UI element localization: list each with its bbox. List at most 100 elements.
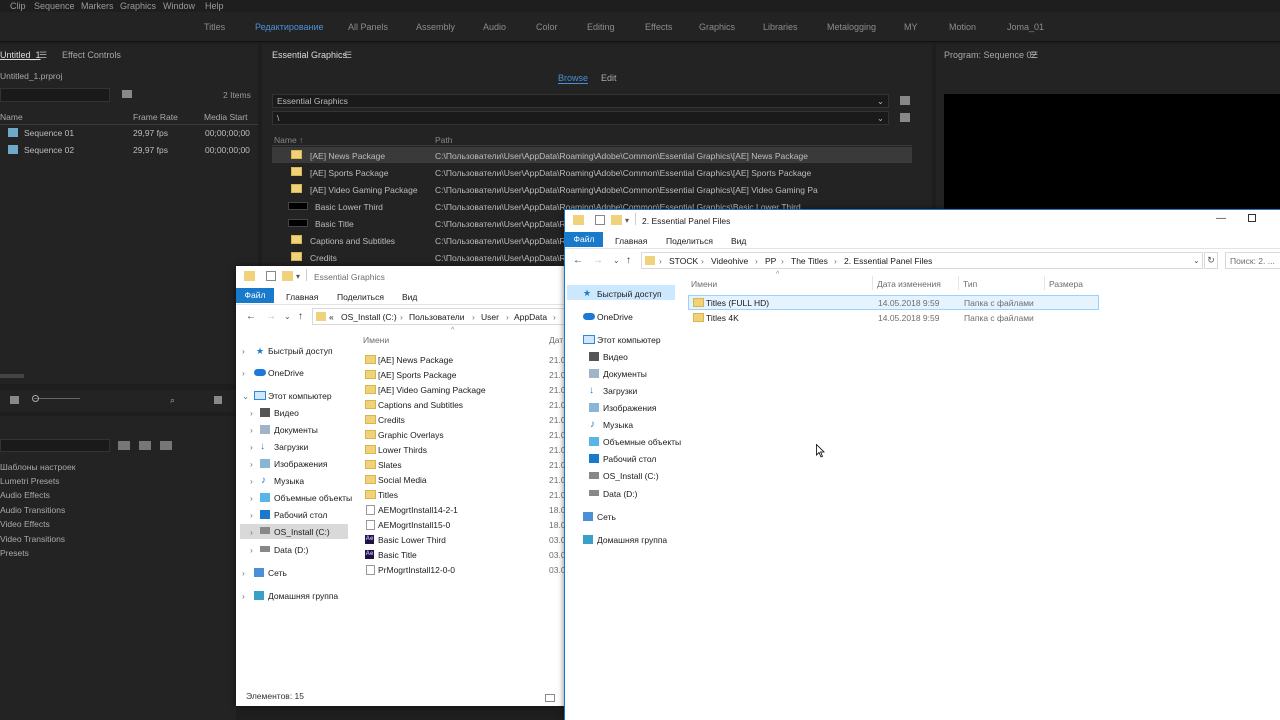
- accelerated-icon[interactable]: [118, 441, 130, 450]
- program-title[interactable]: Program: Sequence 02: [944, 50, 1037, 60]
- nav-desktop[interactable]: Рабочий стол: [603, 454, 656, 464]
- list-view-icon[interactable]: [10, 396, 19, 404]
- col-type[interactable]: Тип: [963, 279, 977, 289]
- ribbon-home-tab[interactable]: Главная: [615, 236, 647, 246]
- 32bit-icon[interactable]: [139, 441, 151, 450]
- ribbon-view-tab[interactable]: Вид: [402, 292, 417, 302]
- menu-window[interactable]: Window: [163, 1, 195, 11]
- eg-source-dropdown[interactable]: Essential Graphics ⌄: [272, 94, 889, 108]
- ws-assembly[interactable]: Assembly: [416, 22, 455, 32]
- file-item[interactable]: Slates: [378, 460, 402, 470]
- nav-homegroup[interactable]: Домашняя группа: [268, 591, 338, 601]
- ribbon-share-tab[interactable]: Поделиться: [666, 236, 713, 246]
- properties-icon[interactable]: [266, 271, 276, 281]
- nav-this-pc[interactable]: Этот компьютер: [597, 335, 661, 345]
- nav-videos[interactable]: Видео: [603, 352, 628, 362]
- file-item[interactable]: Captions and Subtitles: [378, 400, 463, 410]
- nav-network[interactable]: Сеть: [268, 568, 287, 578]
- eg-edit-tab[interactable]: Edit: [601, 73, 617, 83]
- nav-homegroup[interactable]: Домашняя группа: [597, 535, 667, 545]
- ws-editing-ru[interactable]: Редактирование: [255, 22, 324, 32]
- new-bin-icon[interactable]: [122, 90, 132, 98]
- file-item[interactable]: PrMogrtInstall12-0-0: [378, 565, 455, 575]
- expand-chevron-icon[interactable]: ›: [250, 442, 253, 452]
- crumb[interactable]: The Titles: [791, 256, 828, 266]
- nav-pictures[interactable]: Изображения: [274, 459, 327, 469]
- recent-chevron-icon[interactable]: ⌄: [613, 256, 620, 265]
- yuv-icon[interactable]: [160, 441, 172, 450]
- nav-network[interactable]: Сеть: [597, 512, 616, 522]
- expand-chevron-icon[interactable]: ›: [242, 368, 245, 378]
- effect-controls-tab[interactable]: Effect Controls: [62, 50, 121, 60]
- crumb-current[interactable]: 2. Essential Panel Files: [844, 256, 932, 266]
- ws-audio[interactable]: Audio: [483, 22, 506, 32]
- manage-folders-icon[interactable]: [900, 96, 910, 105]
- eg-title[interactable]: Essential Graphics: [272, 50, 347, 60]
- nav-desktop[interactable]: Рабочий стол: [274, 510, 327, 520]
- minimize-icon[interactable]: —: [1216, 213, 1226, 224]
- expand-chevron-icon[interactable]: ›: [242, 591, 245, 601]
- col-name[interactable]: Name: [0, 112, 23, 122]
- expand-chevron-icon[interactable]: ›: [250, 545, 253, 555]
- ws-effects[interactable]: Effects: [645, 22, 672, 32]
- nav-this-pc[interactable]: Этот компьютер: [268, 391, 332, 401]
- eg-row-name[interactable]: [AE] Sports Package: [310, 168, 388, 178]
- effects-folder[interactable]: Presets: [0, 548, 29, 558]
- nav-drive-c[interactable]: OS_Install (C:): [603, 471, 659, 481]
- nav-drive-d[interactable]: Data (D:): [603, 489, 637, 499]
- file-item[interactable]: Titles 4K: [706, 313, 739, 323]
- menu-clip[interactable]: Clip: [10, 1, 26, 11]
- effects-folder[interactable]: Video Transitions: [0, 534, 65, 544]
- file-item[interactable]: Social Media: [378, 475, 427, 485]
- quick-access-chevron-icon[interactable]: ▾: [296, 272, 300, 281]
- nav-onedrive[interactable]: OneDrive: [597, 312, 633, 322]
- file-item[interactable]: Credits: [378, 415, 405, 425]
- expand-chevron-icon[interactable]: ›: [250, 425, 253, 435]
- col-size[interactable]: Размера: [1049, 279, 1083, 289]
- eg-col-name[interactable]: Name ↑: [274, 135, 303, 145]
- effects-folder[interactable]: Video Effects: [0, 519, 50, 529]
- new-item-icon[interactable]: [214, 396, 222, 404]
- effects-folder[interactable]: Lumetri Presets: [0, 476, 60, 486]
- ws-editing[interactable]: Editing: [587, 22, 615, 32]
- nav-3d-objects[interactable]: Объемные объекты: [603, 437, 681, 447]
- crumb[interactable]: Пользователи: [409, 312, 464, 322]
- file-item[interactable]: Basic Lower Third: [378, 535, 446, 545]
- zoom-handle[interactable]: [32, 395, 39, 402]
- sequence-row-2-name[interactable]: Sequence 02: [24, 145, 74, 155]
- crumb[interactable]: PP: [765, 256, 776, 266]
- ws-motion[interactable]: Motion: [949, 22, 976, 32]
- file-item[interactable]: Graphic Overlays: [378, 430, 444, 440]
- quick-access-chevron-icon[interactable]: ▾: [625, 216, 629, 225]
- project-tab[interactable]: Untitled_1: [0, 50, 41, 60]
- scrollbar[interactable]: [0, 374, 24, 378]
- new-folder-icon[interactable]: [611, 215, 622, 225]
- nav-documents[interactable]: Документы: [274, 425, 318, 435]
- ws-all-panels[interactable]: All Panels: [348, 22, 388, 32]
- maximize-icon[interactable]: [1248, 214, 1256, 222]
- nav-onedrive[interactable]: OneDrive: [268, 368, 304, 378]
- back-arrow-icon[interactable]: ←: [573, 255, 583, 266]
- file-item[interactable]: AEMogrtInstall15-0: [378, 520, 450, 530]
- zoom-slider[interactable]: [34, 398, 80, 399]
- recent-chevron-icon[interactable]: ⌄: [284, 312, 291, 321]
- ws-titles[interactable]: Titles: [204, 22, 225, 32]
- menu-markers[interactable]: Markers: [81, 1, 114, 11]
- file-item[interactable]: AEMogrtInstall14-2-1: [378, 505, 458, 515]
- project-search-input[interactable]: [0, 88, 110, 102]
- menu-help[interactable]: Help: [205, 1, 224, 11]
- collapse-chevron-icon[interactable]: ⌄: [242, 391, 249, 402]
- ws-graphics[interactable]: Graphics: [699, 22, 735, 32]
- effects-folder[interactable]: Audio Transitions: [0, 505, 65, 515]
- eg-row-name[interactable]: Captions and Subtitles: [310, 236, 395, 246]
- file-item[interactable]: [AE] Video Gaming Package: [378, 385, 486, 395]
- refresh-icon[interactable]: ↻: [1204, 252, 1218, 269]
- eg-row-name[interactable]: [AE] News Package: [310, 151, 385, 161]
- ribbon-home-tab[interactable]: Главная: [286, 292, 318, 302]
- tab-menu-icon[interactable]: ☰: [1030, 50, 1038, 61]
- crumb-overflow[interactable]: «: [329, 312, 334, 322]
- expand-chevron-icon[interactable]: ›: [250, 408, 253, 418]
- ws-color[interactable]: Color: [536, 22, 558, 32]
- search-input[interactable]: Поиск: 2. ...: [1225, 252, 1280, 269]
- eg-row-name[interactable]: Basic Title: [315, 219, 354, 229]
